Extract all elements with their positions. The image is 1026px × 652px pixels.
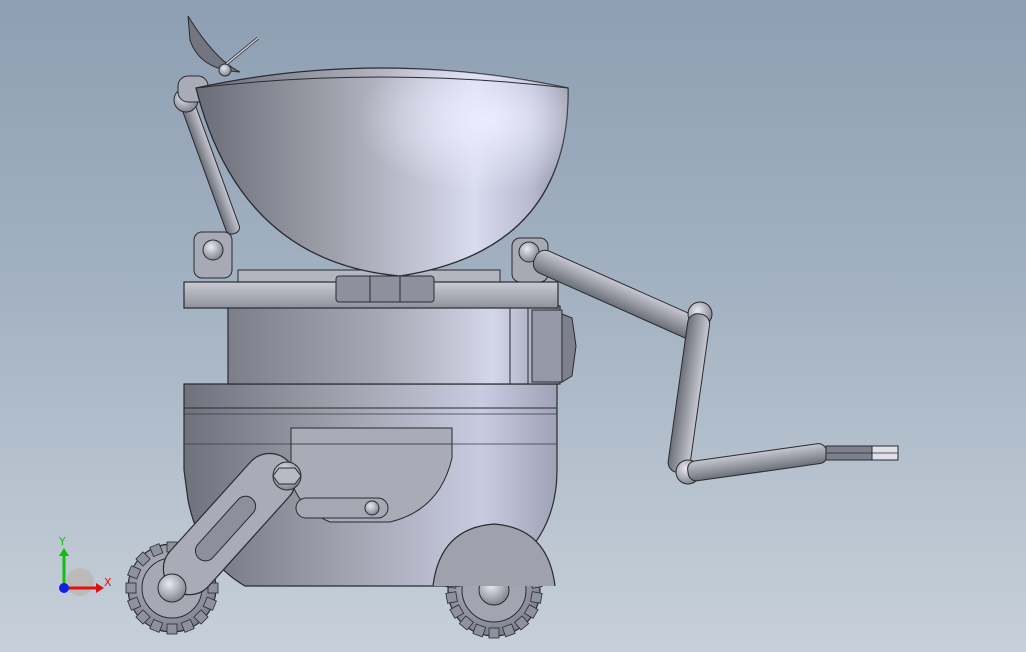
cad-viewport[interactable]: X Y: [0, 0, 1026, 652]
torso-cylinder[interactable]: [227, 305, 561, 385]
wheel-tooth: [445, 591, 458, 604]
neck-plate[interactable]: [183, 269, 559, 309]
crank-tooth: [166, 623, 178, 635]
x-axis-arrowhead: [96, 583, 104, 593]
z-axis-dot: [59, 583, 69, 593]
coordinate-triad: X Y: [58, 535, 112, 596]
y-axis-label: Y: [58, 535, 66, 548]
wheel-tooth: [488, 627, 500, 639]
wheel-tooth: [530, 591, 543, 604]
x-axis-label: X: [104, 576, 112, 589]
side-motor[interactable]: [531, 309, 577, 383]
crank-tooth: [125, 582, 137, 594]
y-axis-arrowhead: [59, 548, 69, 556]
